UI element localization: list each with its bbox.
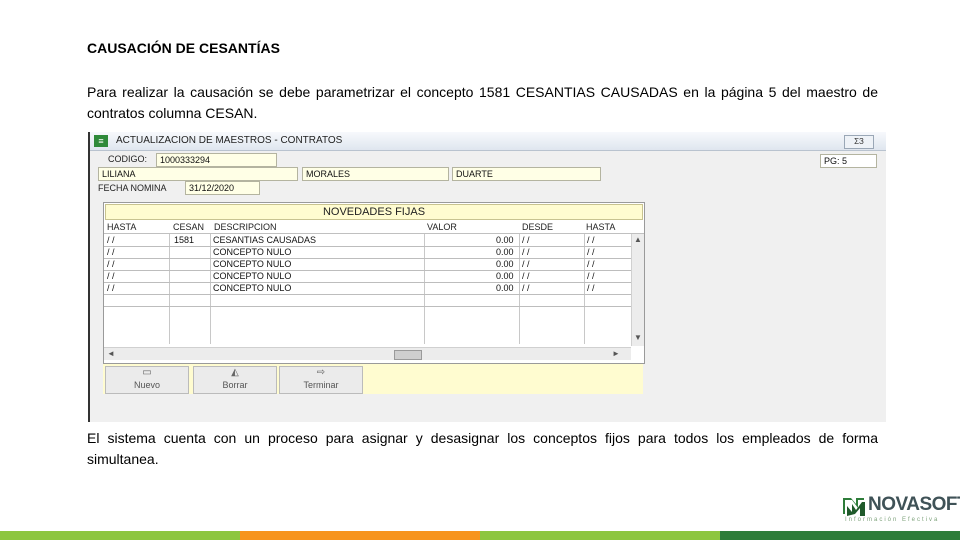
borrar-button[interactable]: ◭ Borrar xyxy=(193,366,277,394)
cell-descripcion: CONCEPTO NULO xyxy=(213,283,292,293)
cell-cesan: 1581 xyxy=(174,235,195,245)
cell-hasta-2: / / xyxy=(587,271,595,281)
cell-valor: 0.00 xyxy=(496,259,514,269)
cell-descripcion: CONCEPTO NULO xyxy=(213,247,292,257)
grid-caption: NOVEDADES FIJAS xyxy=(105,204,643,220)
cell-valor: 0.00 xyxy=(496,247,514,257)
first-name-field[interactable]: LILIANA xyxy=(98,167,298,181)
cell-hasta: / / xyxy=(107,283,115,293)
delete-icon: ◭ xyxy=(231,367,239,378)
cell-descripcion: CESANTIAS CAUSADAS xyxy=(213,235,317,245)
col-header-desde: DESDE xyxy=(522,222,554,232)
scroll-right-icon[interactable]: ► xyxy=(612,348,620,360)
cell-valor: 0.00 xyxy=(496,235,514,245)
cell-desde: / / xyxy=(522,271,530,281)
cell-valor: 0.00 xyxy=(496,271,514,281)
cell-hasta-2: / / xyxy=(587,235,595,245)
nuevo-label: Nuevo xyxy=(133,380,160,390)
col-header-hasta-2: HASTA xyxy=(586,222,616,232)
codigo-field[interactable]: 1000333294 xyxy=(156,153,277,167)
cell-hasta: / / xyxy=(107,271,115,281)
borrar-label: Borrar xyxy=(222,380,248,390)
footer-stripe xyxy=(720,531,960,540)
exit-arrow-icon: ⇨ xyxy=(316,367,326,378)
cell-desde: / / xyxy=(522,259,530,269)
cell-hasta: / / xyxy=(107,259,115,269)
codigo-label: CODIGO: xyxy=(108,154,148,164)
cell-descripcion: CONCEPTO NULO xyxy=(213,271,292,281)
cell-descripcion: CONCEPTO NULO xyxy=(213,259,292,269)
novasoft-logo: NOVASOFT Información Efectiva xyxy=(843,494,960,526)
scroll-down-icon[interactable]: ▼ xyxy=(634,332,642,344)
cell-hasta-2: / / xyxy=(587,259,595,269)
fecha-nomina-field[interactable]: 31/12/2020 xyxy=(185,181,260,195)
scroll-thumb[interactable] xyxy=(394,350,422,360)
col-header-valor: VALOR xyxy=(427,222,457,232)
page-indicator[interactable]: PG: 5 xyxy=(820,154,877,168)
vertical-scrollbar[interactable]: ▲ ▼ xyxy=(631,234,644,346)
table-row[interactable] xyxy=(104,294,631,307)
col-header-hasta: HASTA xyxy=(107,222,137,232)
col-header-descripcion: DESCRIPCION xyxy=(214,222,277,232)
fecha-nomina-label: FECHA NOMINA xyxy=(98,183,167,193)
window-titlebar: ≡ ACTUALIZACION DE MAESTROS - CONTRATOS … xyxy=(90,132,886,151)
footer-stripe xyxy=(0,531,240,540)
close-icon[interactable]: ΣЗ xyxy=(844,135,874,149)
slide-title: CAUSACIÓN DE CESANTÍAS xyxy=(87,40,280,56)
new-document-icon: ▭ xyxy=(142,367,152,378)
logo-mark-icon xyxy=(843,498,865,516)
cell-hasta-2: / / xyxy=(587,283,595,293)
cell-desde: / / xyxy=(522,283,530,293)
cell-hasta-2: / / xyxy=(587,247,595,257)
cell-valor: 0.00 xyxy=(496,283,514,293)
cell-hasta: / / xyxy=(107,247,115,257)
novedades-grid: NOVEDADES FIJAS HASTA CESAN DESCRIPCION … xyxy=(103,202,645,364)
logo-tagline: Información Efectiva xyxy=(845,517,940,523)
window-title: ACTUALIZACION DE MAESTROS - CONTRATOS xyxy=(116,135,343,146)
scroll-left-icon[interactable]: ◄ xyxy=(107,348,115,360)
process-paragraph: El sistema cuenta con un proceso para as… xyxy=(87,430,878,467)
app-icon: ≡ xyxy=(94,135,108,147)
contracts-window: ≡ ACTUALIZACION DE MAESTROS - CONTRATOS … xyxy=(88,132,886,422)
action-toolbar: ▭ Nuevo ◭ Borrar ⇨ Terminar xyxy=(103,364,643,394)
footer-stripe xyxy=(480,531,720,540)
nuevo-button[interactable]: ▭ Nuevo xyxy=(105,366,189,394)
cell-desde: / / xyxy=(522,235,530,245)
scroll-up-icon[interactable]: ▲ xyxy=(634,234,642,246)
last-name-2-field[interactable]: DUARTE xyxy=(452,167,601,181)
cell-hasta: / / xyxy=(107,235,115,245)
col-header-cesan: CESAN xyxy=(173,222,205,232)
horizontal-scrollbar[interactable]: ◄ ► xyxy=(104,347,631,360)
terminar-button[interactable]: ⇨ Terminar xyxy=(279,366,363,394)
last-name-1-field[interactable]: MORALES xyxy=(302,167,449,181)
footer-stripe xyxy=(240,531,480,540)
intro-paragraph: Para realizar la causación se debe param… xyxy=(87,84,878,121)
terminar-label: Terminar xyxy=(303,380,339,390)
cell-desde: / / xyxy=(522,247,530,257)
logo-name: NOVASOFT xyxy=(868,494,960,515)
